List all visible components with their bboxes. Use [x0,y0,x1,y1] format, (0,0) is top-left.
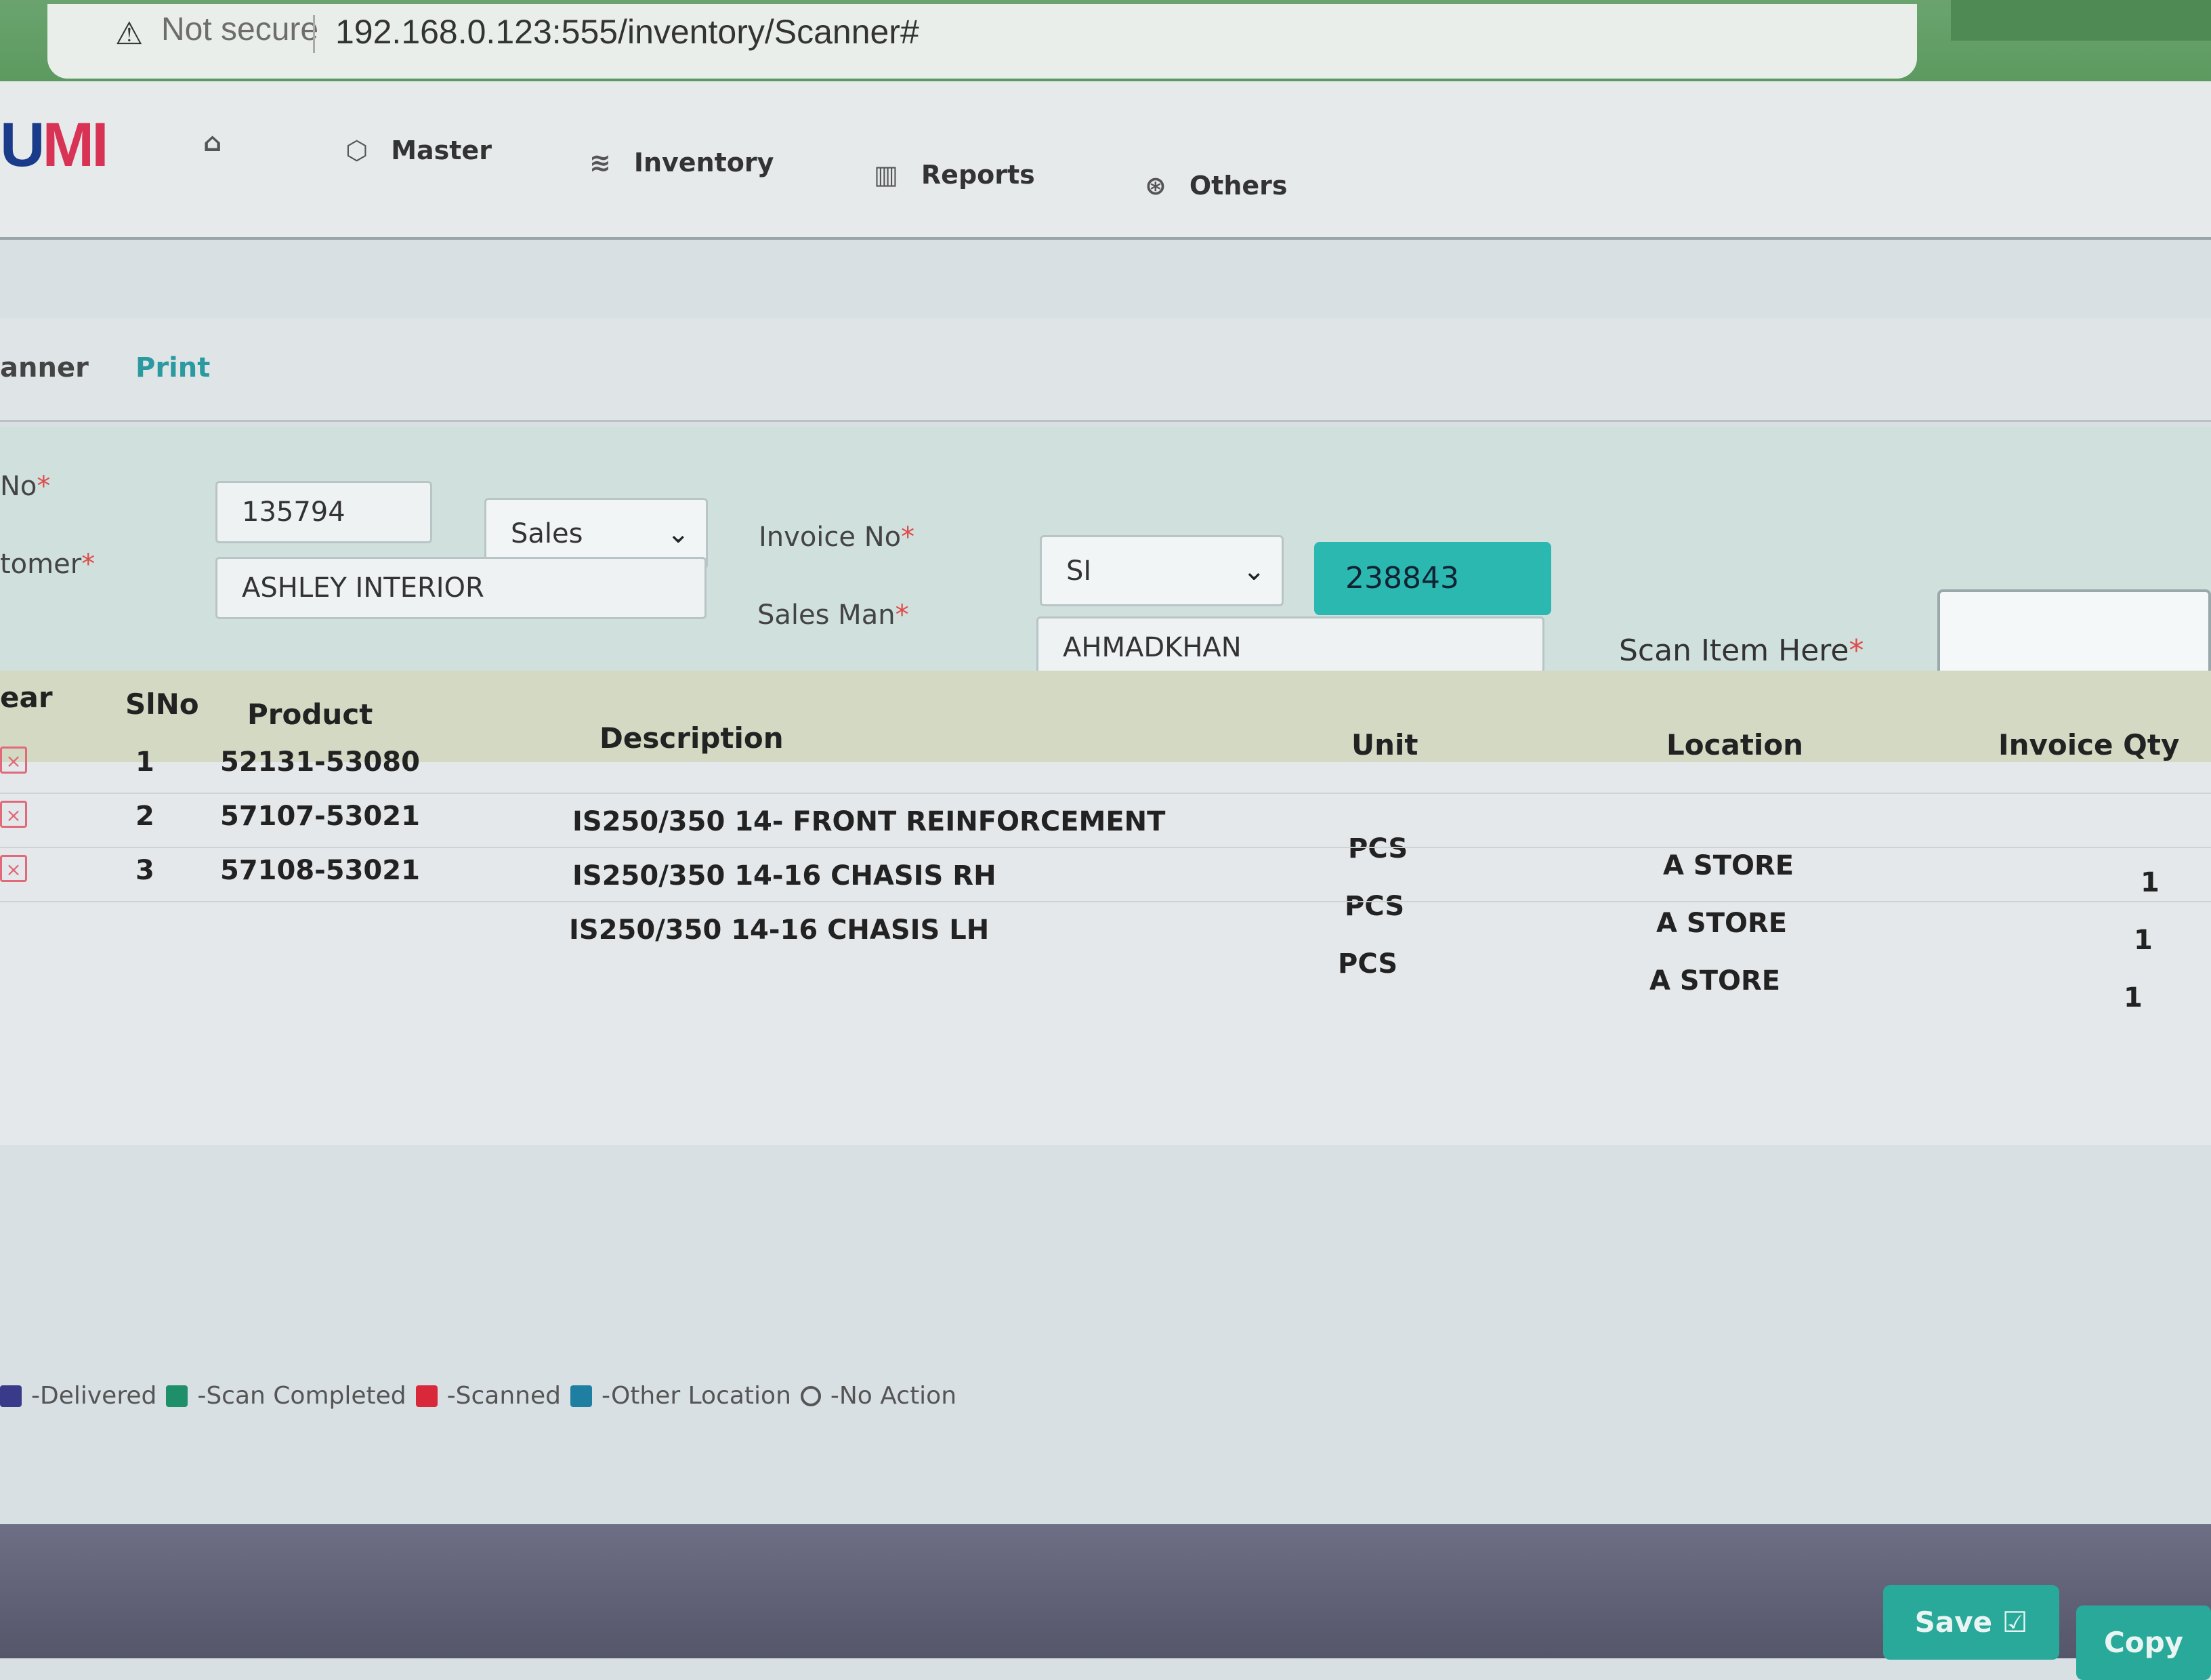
customer-input[interactable]: ASHLEY INTERIOR [215,557,707,619]
tab-scanner[interactable]: anner [0,352,89,383]
table-row[interactable]: × 1 52131-53080 IS250/350 14- FRONT REIN… [0,738,2211,898]
tab-print[interactable]: Print [135,352,210,383]
legend-scanned: -Scanned [446,1382,561,1410]
clear-row-icon[interactable]: × [0,801,27,828]
nav-inventory-label: Inventory [633,148,774,177]
copy-button-label: Copy [2103,1626,2184,1659]
invoice-prefix-select[interactable]: SI ⌄ [1040,535,1284,606]
clear-row-icon[interactable]: × [0,747,27,774]
security-label[interactable]: Not secure [161,11,318,48]
table-row[interactable]: × 3 57108-53021 IS250/350 14-16 CHASIS L… [0,847,2211,1013]
scanned-swatch [415,1385,438,1407]
nav-master-label: Master [391,135,492,165]
no-label: No* [0,471,51,502]
cell-slno: 2 [135,801,154,832]
header-slno: SlNo [125,688,199,721]
cell-description: IS250/350 14-16 CHASIS LH [569,915,990,946]
legend-other-location: -Other Location [601,1382,791,1410]
layers-icon: ≋ [589,148,611,177]
invoice-no-label: Invoice No* [759,522,915,553]
no-input[interactable]: 135794 [215,481,432,543]
other-location-swatch [570,1385,592,1407]
scan-item-label: Scan Item Here* [1619,633,1864,668]
home-icon: ⌂ [203,127,222,157]
cell-qty: 1 [2124,982,2143,1013]
delivered-swatch [0,1385,22,1407]
app-navbar: UMI ⌂ ⬡ Master ≋ Inventory ▥ Reports ⊛ O… [0,81,2211,240]
customer-label: tomer* [0,549,96,580]
address-bar[interactable]: ⚠ Not secure 192.168.0.123:555/inventory… [47,4,1917,79]
nav-master[interactable]: ⬡ Master [345,135,492,165]
legend-scan-completed: -Scan Completed [197,1382,406,1410]
browser-toolbar: ⚠ Not secure 192.168.0.123:555/inventory… [0,0,2211,81]
bar-chart-icon: ▥ [874,160,898,190]
status-legend: -Delivered -Scan Completed -Scanned -Oth… [0,1382,956,1410]
cell-location: A STORE [1656,908,1788,939]
save-button-label: Save [1914,1605,1993,1639]
cell-product: 52131-53080 [220,747,420,778]
nav-others[interactable]: ⊛ Others [1145,171,1288,201]
table-row[interactable]: × 2 57107-53021 IS250/350 14-16 CHASIS R… [0,793,2211,956]
header-product: Product [247,698,373,731]
nav-others-label: Others [1189,171,1288,201]
save-button[interactable]: Save ☑ [1883,1585,2059,1660]
type-select-value: Sales [511,518,583,549]
url-text[interactable]: 192.168.0.123:555/inventory/Scanner# [335,12,919,51]
copy-button[interactable]: Copy [2076,1605,2211,1680]
legend-delivered: -Delivered [31,1382,157,1410]
aperture-icon: ⊛ [1145,171,1166,201]
nav-reports[interactable]: ▥ Reports [874,160,1035,190]
bottom-band [0,1524,2211,1658]
no-action-swatch [800,1385,821,1406]
items-table: ear SlNo Product Description Unit Locati… [0,671,2211,1145]
legend-no-action: -No Action [830,1382,957,1410]
address-separator [313,15,315,53]
chevron-down-icon: ⌄ [1242,555,1265,587]
cell-slno: 1 [135,747,154,778]
cell-qty: 1 [2134,925,2153,956]
nav-reports-label: Reports [921,160,1035,190]
nav-home[interactable]: ⌂ [203,127,222,157]
cell-slno: 3 [135,855,154,886]
invoice-prefix-value: SI [1066,555,1092,587]
nav-inventory[interactable]: ≋ Inventory [589,148,774,177]
clear-row-icon[interactable]: × [0,855,27,882]
cube-icon: ⬡ [345,135,368,165]
scan-completed-swatch [166,1385,188,1407]
app-logo[interactable]: UMI [0,110,109,181]
cell-unit: PCS [1338,948,1398,980]
tab-bar: anner Print [0,318,2211,422]
check-icon: ☑ [2002,1605,2028,1639]
cell-product: 57107-53021 [220,801,420,832]
header-clear: ear [0,681,53,714]
invoice-number-input[interactable]: 238843 [1314,542,1551,615]
cell-location: A STORE [1649,965,1781,996]
cell-product: 57108-53021 [220,855,420,886]
browser-extensions-area [1951,0,2211,41]
warning-icon: ⚠ [115,15,144,51]
salesman-label: Sales Man* [757,600,909,631]
